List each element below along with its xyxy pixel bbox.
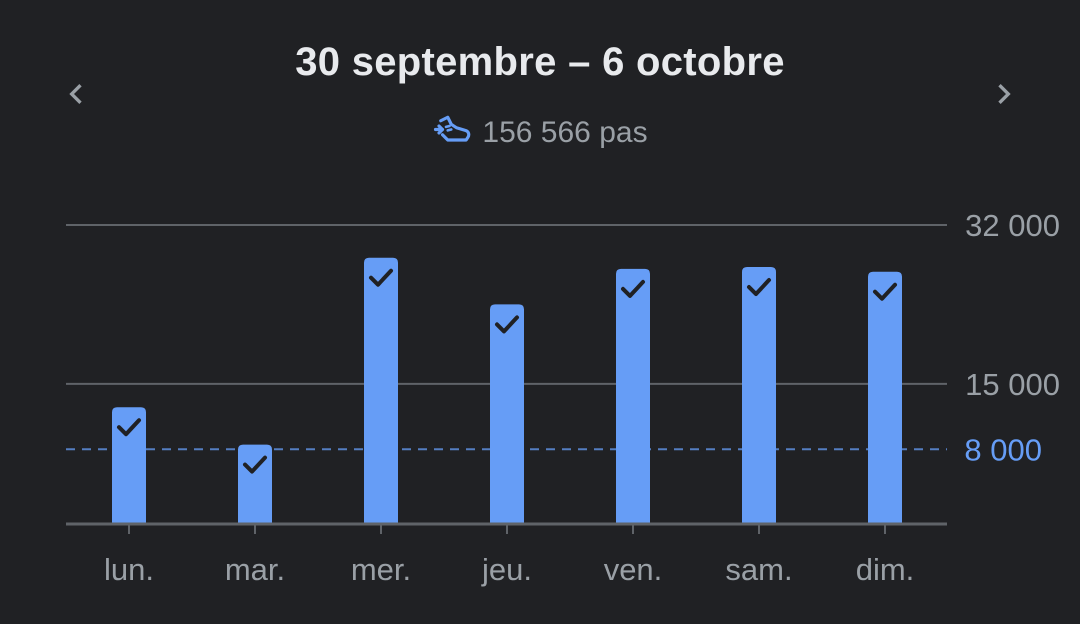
x-tick-label: mar.: [225, 552, 285, 587]
bar-6: [868, 271, 902, 524]
bar-4: [616, 268, 650, 524]
bar-3: [490, 304, 524, 524]
y-tick-label: 15 000: [965, 367, 1060, 402]
x-tick-label: lun.: [104, 552, 154, 587]
steps-bar-chart: 32 000 15 000 8 000 lun. mar. mer. jeu. ven. sam…: [66, 208, 1060, 587]
bar-0: [112, 407, 146, 524]
x-tick-label: dim.: [856, 552, 915, 587]
y-tick-label: 32 000: [965, 208, 1060, 243]
bar-5: [742, 267, 776, 524]
goal-label: 8 000: [964, 432, 1042, 467]
x-tick-label: ven.: [604, 552, 663, 587]
bar-2: [364, 257, 398, 524]
bar-1: [238, 444, 272, 524]
x-tick-label: jeu.: [481, 552, 532, 587]
x-tick-label: mer.: [351, 552, 411, 587]
x-tick-label: sam.: [725, 552, 792, 587]
